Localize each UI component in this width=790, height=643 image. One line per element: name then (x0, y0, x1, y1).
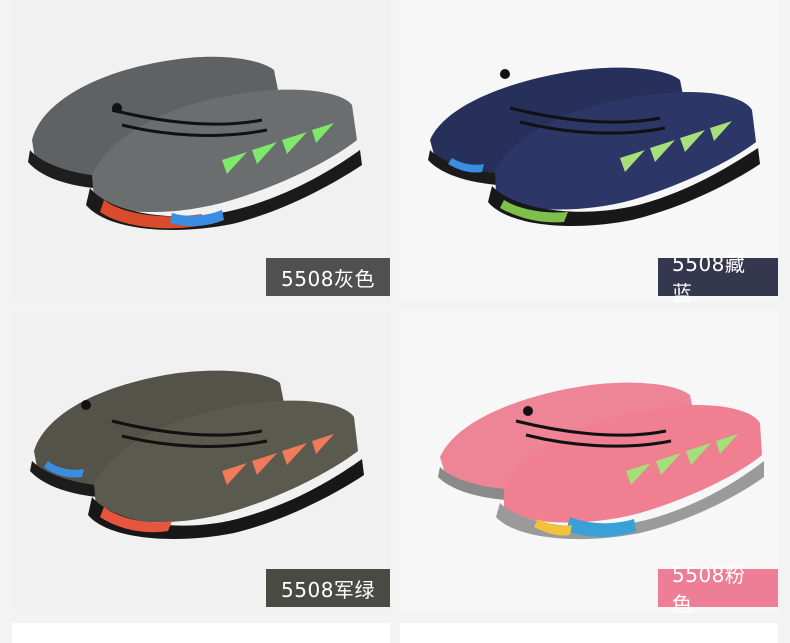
product-card-army-green[interactable]: 5508军绿 (12, 311, 390, 613)
product-label-gray: 5508灰色 (266, 258, 390, 296)
product-color-grid: 5508灰色 5508藏蓝 5508军绿 5508粉色 (0, 0, 790, 643)
product-card-partial-right (400, 623, 778, 643)
product-card-gray[interactable]: 5508灰色 (12, 0, 390, 302)
product-card-partial-left (12, 623, 390, 643)
product-label-navy: 5508藏蓝 (658, 252, 778, 302)
shoe-image-army-green (30, 370, 364, 539)
product-label-army-green: 5508军绿 (266, 569, 390, 607)
product-card-navy[interactable]: 5508藏蓝 (400, 0, 778, 302)
product-card-pink[interactable]: 5508粉色 (400, 311, 778, 613)
product-label-pink: 5508粉色 (658, 563, 778, 613)
shoe-front (496, 404, 764, 540)
shoe-image-gray (28, 56, 362, 230)
